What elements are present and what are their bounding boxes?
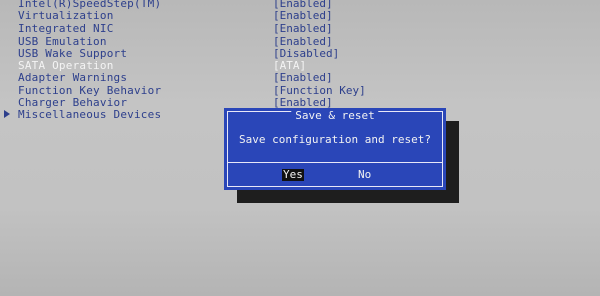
submenu-arrow-icon [4,110,10,118]
setting-row-adapter-warnings[interactable]: Adapter Warnings [Enabled] [0,72,600,84]
setting-row-virtualization[interactable]: Virtualization [Enabled] [0,10,600,22]
setting-value[interactable]: [Enabled] [273,23,333,35]
bios-screen: Intel(R)SpeedStep(TM) [Enabled] Virtuali… [0,0,600,296]
setting-value[interactable]: [Enabled] [273,72,333,84]
setting-row-integrated-nic[interactable]: Integrated NIC [Enabled] [0,23,600,35]
setting-label: Adapter Warnings [18,71,128,84]
dialog-message: Save configuration and reset? [238,133,432,146]
setting-label: Miscellaneous Devices [18,108,162,121]
setting-label: Virtualization [18,9,114,22]
dialog-divider [227,162,443,163]
no-button[interactable]: No [357,169,372,181]
dialog-title: Save & reset [291,110,379,122]
setting-value[interactable]: [Enabled] [273,10,333,22]
save-reset-dialog: Save & reset Save configuration and rese… [224,108,446,190]
dialog-border [227,111,443,187]
setting-label: Integrated NIC [18,22,114,35]
yes-button[interactable]: Yes [282,169,304,181]
